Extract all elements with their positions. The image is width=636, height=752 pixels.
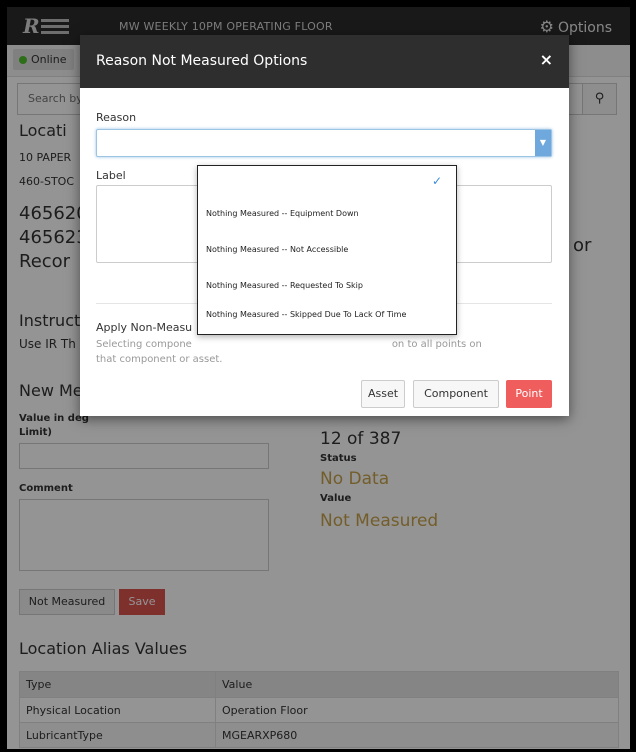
component-button[interactable]: Component <box>413 380 499 408</box>
apply-desc-end: on to all points on <box>391 339 482 350</box>
dropdown-option[interactable]: Nothing Measured -- Not Accessible <box>206 245 348 255</box>
apply-description: Selecting compone on to all points on tha… <box>96 337 556 367</box>
reason-dropdown-list: ✓ Nothing Measured -- Equipment Down Not… <box>197 165 457 335</box>
reason-label: Reason <box>96 111 137 124</box>
label-label: Label <box>96 169 126 182</box>
modal-header: Reason Not Measured Options × <box>80 35 569 88</box>
reason-select[interactable]: ▼ <box>96 129 552 157</box>
app-frame: R MW WEEKLY 10PM OPERATING FLOOR ⚙ Option… <box>7 7 630 749</box>
asset-button[interactable]: Asset <box>361 380 405 408</box>
apply-title: Apply Non-Measu <box>96 321 193 334</box>
check-icon: ✓ <box>431 174 442 188</box>
apply-desc-line-2: that component or asset. <box>96 354 223 365</box>
dropdown-option[interactable]: Nothing Measured -- Skipped Due To Lack … <box>206 310 416 320</box>
point-button[interactable]: Point <box>506 380 552 408</box>
chevron-down-icon[interactable]: ▼ <box>535 130 551 156</box>
dropdown-option[interactable]: Nothing Measured -- Requested To Skip <box>206 281 363 291</box>
close-icon[interactable]: × <box>540 50 553 69</box>
apply-desc-start: Selecting compone <box>96 339 192 350</box>
dropdown-option[interactable]: Nothing Measured -- Equipment Down <box>206 209 359 219</box>
modal-title: Reason Not Measured Options <box>96 53 308 69</box>
